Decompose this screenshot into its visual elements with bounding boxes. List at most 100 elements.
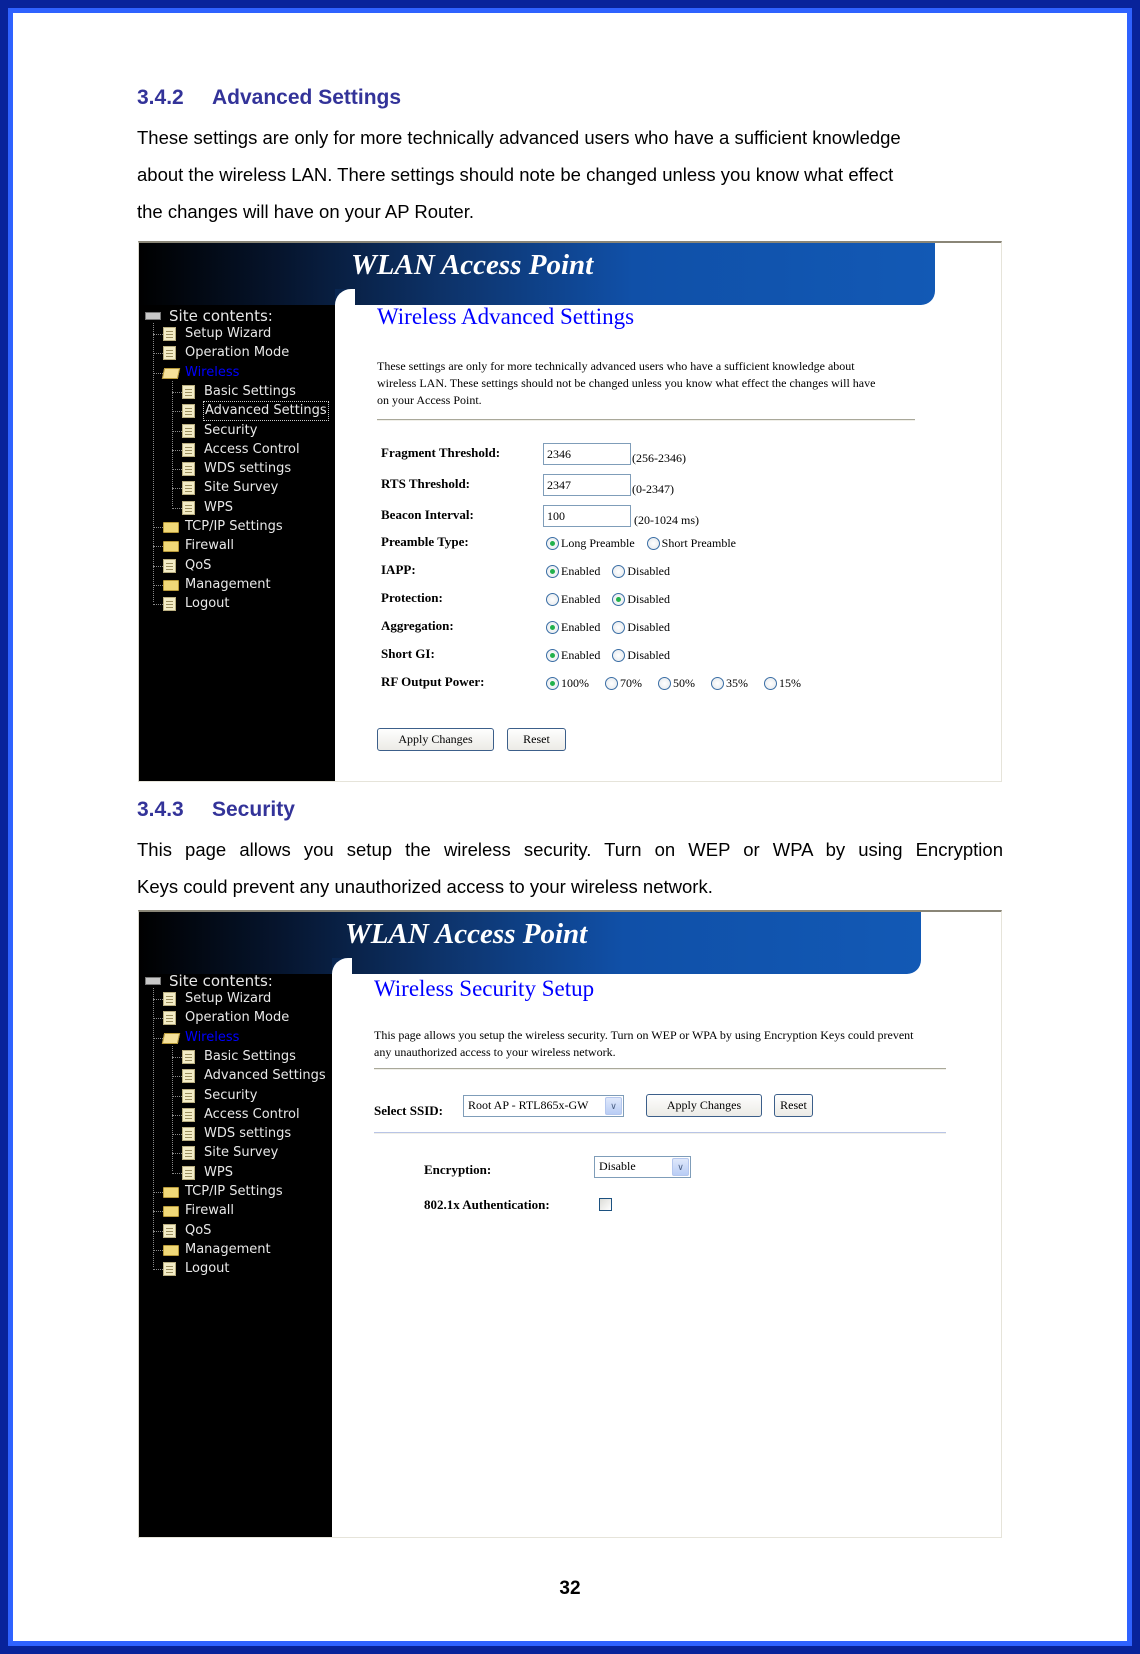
radio-button-icon[interactable]: [546, 592, 559, 606]
radio-option-label: Long Preamble: [561, 535, 635, 550]
radio-button-icon[interactable]: [646, 536, 660, 550]
radio-option[interactable]: 35%: [711, 675, 748, 691]
radio-option[interactable]: 50%: [658, 675, 695, 691]
apply-changes-button[interactable]: Apply Changes: [377, 728, 494, 751]
sidebar-item-label: Firewall: [185, 538, 235, 554]
document-icon: [182, 462, 195, 477]
sidebar-item-label: Site Survey: [204, 480, 279, 496]
paragraph-line: about the wireless LAN. There settings s…: [137, 164, 894, 185]
radio-button-icon[interactable]: [546, 648, 559, 662]
sidebar-item-label: WDS settings: [204, 461, 292, 477]
radio-group: Enabled Disabled: [546, 591, 682, 607]
radio-option[interactable]: Disabled: [612, 591, 670, 607]
paragraph-line: This page allows you setup the wireless …: [137, 839, 1003, 860]
sidebar-item-label: Basic Settings: [204, 383, 296, 399]
8021x-auth-checkbox[interactable]: [599, 1198, 612, 1211]
document-icon: [182, 384, 195, 399]
radio-button-icon[interactable]: [764, 676, 777, 690]
radio-option-label: 50%: [673, 675, 695, 690]
radio-option[interactable]: Enabled: [546, 619, 600, 635]
document-icon: [182, 1165, 195, 1180]
ssid-select[interactable]: Root AP - RTL865x-GW ∨: [463, 1095, 624, 1117]
radio-option-label: 15%: [779, 675, 801, 690]
document-icon: [182, 404, 195, 419]
sidebar-item-label: Logout: [185, 596, 230, 612]
sidebar-item-label: Advanced Settings: [204, 1068, 326, 1084]
document-icon: [182, 1146, 195, 1161]
rts-threshold-input[interactable]: [543, 474, 631, 496]
radio-option[interactable]: Short Preamble: [646, 535, 736, 551]
radio-option[interactable]: 15%: [764, 675, 801, 691]
banner: WLAN Access Point: [139, 243, 935, 305]
sidebar-item-label: Advanced Settings: [203, 401, 329, 422]
sidebar-item-label: Access Control: [204, 441, 300, 457]
apply-changes-button[interactable]: Apply Changes: [646, 1094, 762, 1117]
page-number: 32: [559, 1578, 581, 1599]
sidebar-item-label: WPS: [204, 499, 233, 515]
beacon-interval-input[interactable]: [543, 505, 631, 527]
radio-option[interactable]: Disabled: [612, 619, 670, 635]
reset-button[interactable]: Reset: [774, 1094, 813, 1117]
folder-icon: [163, 579, 179, 591]
section-number: 3.4.3: [137, 798, 184, 821]
radio-option[interactable]: Enabled: [546, 647, 600, 663]
radio-button-icon[interactable]: [546, 564, 559, 578]
reset-button[interactable]: Reset: [507, 728, 566, 751]
radio-option[interactable]: 100%: [546, 675, 589, 691]
sidebar-item-label: TCP/IP Settings: [185, 1184, 283, 1199]
radio-option-label: Enabled: [561, 619, 601, 634]
document-icon: [182, 481, 195, 496]
document-icon: [163, 327, 176, 341]
radio-option[interactable]: Disabled: [612, 563, 670, 579]
radio-button-icon[interactable]: [658, 676, 671, 690]
sidebar-item-label: Management: [185, 1241, 271, 1257]
radio-option-label: 35%: [726, 675, 748, 690]
fragment-threshold-label: Fragment Threshold:: [381, 445, 501, 460]
radio-group: Enabled Disabled: [546, 647, 682, 663]
document-icon: [182, 1107, 195, 1122]
fragment-threshold-hint: (256-2346): [632, 451, 686, 465]
fragment-threshold-input[interactable]: [543, 443, 631, 465]
encryption-select[interactable]: Disable ∨: [594, 1156, 691, 1178]
sidebar-item-label: QoS: [185, 557, 212, 573]
paragraph-line: Keys could prevent any unauthorized acce…: [137, 876, 713, 897]
document-icon: [182, 423, 195, 438]
chevron-down-icon: ∨: [672, 1158, 689, 1176]
radio-option-label: 70%: [620, 675, 642, 690]
sidebar-item-label: Setup Wizard: [185, 991, 272, 1006]
radio-button-icon[interactable]: [612, 592, 626, 606]
radio-option[interactable]: Disabled: [612, 647, 670, 663]
radio-group: Enabled Disabled: [546, 619, 682, 635]
security-screenshot: WLAN Access Point Site contents: Setup Wi…: [138, 910, 1002, 1538]
document-icon: [163, 1262, 176, 1277]
sidebar-item-label: Access Control: [204, 1106, 300, 1122]
radio-field-label: IAPP:: [381, 562, 416, 577]
sidebar-item-label: Logout: [185, 1261, 230, 1277]
radio-button-icon[interactable]: [612, 564, 626, 578]
radio-option[interactable]: 70%: [605, 675, 642, 691]
banner-title: WLAN Access Point: [351, 249, 594, 281]
sidebar-item-label: WPS: [204, 1164, 233, 1180]
divider: [374, 1068, 946, 1070]
radio-field-label: Protection:: [381, 590, 443, 605]
radio-option-label: Disabled: [627, 647, 670, 662]
sidebar-item-label: Wireless: [185, 364, 240, 380]
radio-option[interactable]: Enabled: [546, 563, 600, 579]
radio-button-icon[interactable]: [546, 536, 559, 550]
radio-option-label: Enabled: [561, 563, 601, 578]
radio-button-icon[interactable]: [605, 676, 618, 690]
sidebar-item-label: TCP/IP Settings: [185, 519, 283, 534]
radio-button-icon[interactable]: [546, 620, 559, 634]
sidebar-item-label: Wireless: [185, 1029, 240, 1045]
document-icon: [182, 442, 195, 457]
radio-button-icon[interactable]: [612, 648, 626, 662]
radio-option[interactable]: Long Preamble: [546, 535, 635, 551]
radio-field-label: Aggregation:: [381, 618, 454, 633]
chevron-down-icon: ∨: [605, 1097, 622, 1115]
radio-button-icon[interactable]: [612, 620, 626, 634]
tree-root-label: Site contents:: [169, 972, 273, 990]
radio-button-icon[interactable]: [711, 676, 724, 690]
radio-option[interactable]: Enabled: [546, 591, 600, 607]
radio-button-icon[interactable]: [546, 676, 559, 690]
banner-title: WLAN Access Point: [345, 918, 588, 950]
